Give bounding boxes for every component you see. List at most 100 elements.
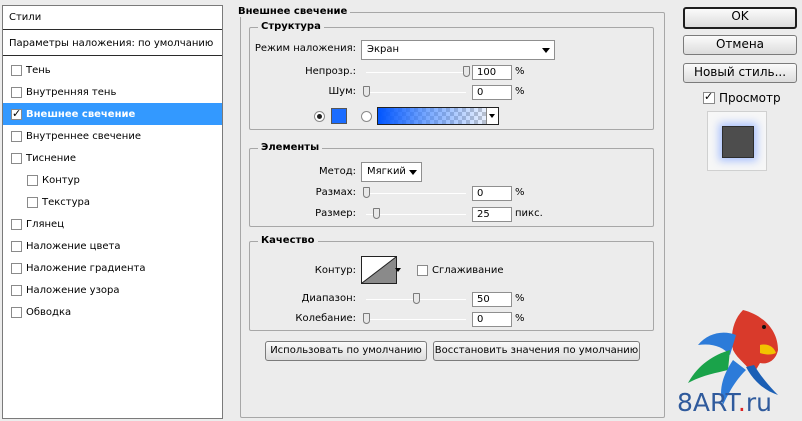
watermark-text: 8ART.ru: [677, 388, 772, 417]
style-preview: [707, 111, 767, 171]
style-item[interactable]: Внутренняя тень: [3, 81, 222, 103]
make-default-button[interactable]: Использовать по умолчанию: [265, 341, 427, 361]
style-item-label: Наложение градиента: [26, 262, 146, 274]
style-item-label: Наложение узора: [26, 284, 120, 296]
style-item-label: Наложение цвета: [26, 240, 121, 252]
chevron-down-icon: [542, 48, 550, 53]
outer-glow-title: Внешнее свечение: [235, 6, 351, 17]
range-label: Диапазон:: [301, 293, 356, 304]
noise-slider-thumb[interactable]: [363, 86, 370, 97]
size-slider-thumb[interactable]: [373, 208, 380, 219]
jitter-label: Колебание:: [295, 313, 356, 324]
structure-title: Структура: [258, 21, 324, 32]
style-item[interactable]: Наложение градиента: [3, 257, 222, 279]
range-slider-thumb[interactable]: [413, 293, 420, 304]
style-item-checkbox[interactable]: [11, 218, 22, 230]
style-item[interactable]: Тиснение: [3, 147, 222, 169]
opacity-input[interactable]: 100: [472, 65, 512, 80]
style-item[interactable]: Обводка: [3, 301, 222, 323]
chevron-down-icon[interactable]: [395, 268, 401, 272]
style-item-checkbox[interactable]: [11, 262, 22, 274]
opacity-slider-track[interactable]: [366, 72, 466, 73]
opacity-unit: %: [515, 66, 525, 77]
spread-input[interactable]: 0: [472, 186, 512, 201]
noise-slider-track[interactable]: [366, 92, 466, 93]
style-item-checkbox[interactable]: [11, 240, 22, 252]
style-item-checkbox[interactable]: [11, 64, 22, 76]
method-select[interactable]: Мягкий: [361, 162, 422, 182]
style-item-checkbox[interactable]: [11, 152, 22, 164]
size-input[interactable]: 25: [472, 207, 512, 222]
style-item[interactable]: Наложение узора: [3, 279, 222, 301]
style-item-checkbox[interactable]: [11, 284, 22, 296]
color-radio[interactable]: [314, 111, 325, 122]
blend-mode-select[interactable]: Экран: [361, 40, 555, 60]
blend-mode-value: Экран: [367, 44, 400, 55]
opacity-label: Непрозр.:: [305, 66, 356, 77]
style-item-checkbox[interactable]: [11, 86, 22, 98]
styles-list-panel: Стили Параметры наложения: по умолчанию …: [2, 5, 223, 419]
preview-checkbox[interactable]: [703, 90, 715, 104]
style-item-checkbox[interactable]: [27, 174, 38, 186]
contour-picker[interactable]: [361, 256, 397, 284]
style-item-label: Контур: [42, 174, 80, 186]
new-style-button[interactable]: Новый стиль...: [683, 63, 797, 83]
noise-input[interactable]: 0: [472, 85, 512, 100]
reset-default-button[interactable]: Восстановить значения по умолчанию: [433, 341, 640, 361]
gradient-radio[interactable]: [361, 111, 372, 122]
chevron-down-icon: [486, 108, 498, 124]
glow-color-swatch[interactable]: [331, 108, 347, 124]
blending-options-item[interactable]: Параметры наложения: по умолчанию: [3, 32, 222, 56]
spread-label: Размах:: [315, 187, 356, 198]
size-unit: пикс.: [515, 208, 543, 219]
style-item[interactable]: Текстура: [3, 191, 222, 213]
spread-slider-thumb[interactable]: [363, 187, 370, 198]
jitter-slider-track[interactable]: [366, 319, 466, 320]
style-item-label: Тиснение: [26, 152, 76, 164]
style-item[interactable]: Внешнее свечение: [3, 103, 222, 125]
styles-header[interactable]: Стили: [3, 6, 222, 30]
watermark-dot: .: [737, 388, 746, 417]
contour-curve-icon: [361, 256, 397, 284]
ok-button[interactable]: OK: [683, 7, 797, 29]
contour-label: Контур:: [314, 265, 356, 276]
preview-swatch: [722, 126, 754, 158]
noise-label: Шум:: [328, 86, 356, 97]
watermark-tld: ru: [745, 388, 772, 417]
size-label: Размер:: [315, 208, 356, 219]
style-item-label: Обводка: [26, 306, 72, 318]
style-item-checkbox[interactable]: [11, 107, 22, 120]
antialias-checkbox[interactable]: [417, 265, 428, 276]
elements-title: Элементы: [258, 142, 323, 153]
style-item[interactable]: Тень: [3, 59, 222, 81]
method-value: Мягкий: [367, 166, 406, 177]
style-item[interactable]: Наложение цвета: [3, 235, 222, 257]
spread-slider-track[interactable]: [366, 193, 466, 194]
size-slider-track[interactable]: [366, 214, 466, 215]
style-item[interactable]: Внутреннее свечение: [3, 125, 222, 147]
jitter-slider-thumb[interactable]: [363, 313, 370, 324]
jitter-unit: %: [515, 313, 525, 324]
styles-header-label: Стили: [9, 12, 42, 23]
chevron-down-icon: [409, 170, 417, 175]
noise-unit: %: [515, 86, 525, 97]
style-item-label: Тень: [26, 64, 51, 76]
cancel-button[interactable]: Отмена: [683, 35, 797, 55]
style-item-checkbox[interactable]: [11, 130, 22, 142]
quality-title: Качество: [258, 235, 318, 246]
range-input[interactable]: 50: [472, 292, 512, 307]
opacity-slider-thumb[interactable]: [463, 66, 470, 77]
style-item[interactable]: Контур: [3, 169, 222, 191]
style-item-label: Текстура: [42, 196, 91, 208]
preview-label: Просмотр: [719, 91, 781, 105]
style-item[interactable]: Глянец: [3, 213, 222, 235]
spread-unit: %: [515, 187, 525, 198]
style-item-checkbox[interactable]: [11, 306, 22, 318]
style-item-checkbox[interactable]: [27, 196, 38, 208]
style-item-label: Глянец: [26, 218, 65, 230]
glow-gradient-picker[interactable]: [377, 107, 499, 125]
style-item-label: Внутренняя тень: [26, 86, 117, 98]
jitter-input[interactable]: 0: [472, 312, 512, 327]
antialias-label: Сглаживание: [432, 265, 504, 276]
watermark-main: 8ART: [677, 388, 738, 417]
